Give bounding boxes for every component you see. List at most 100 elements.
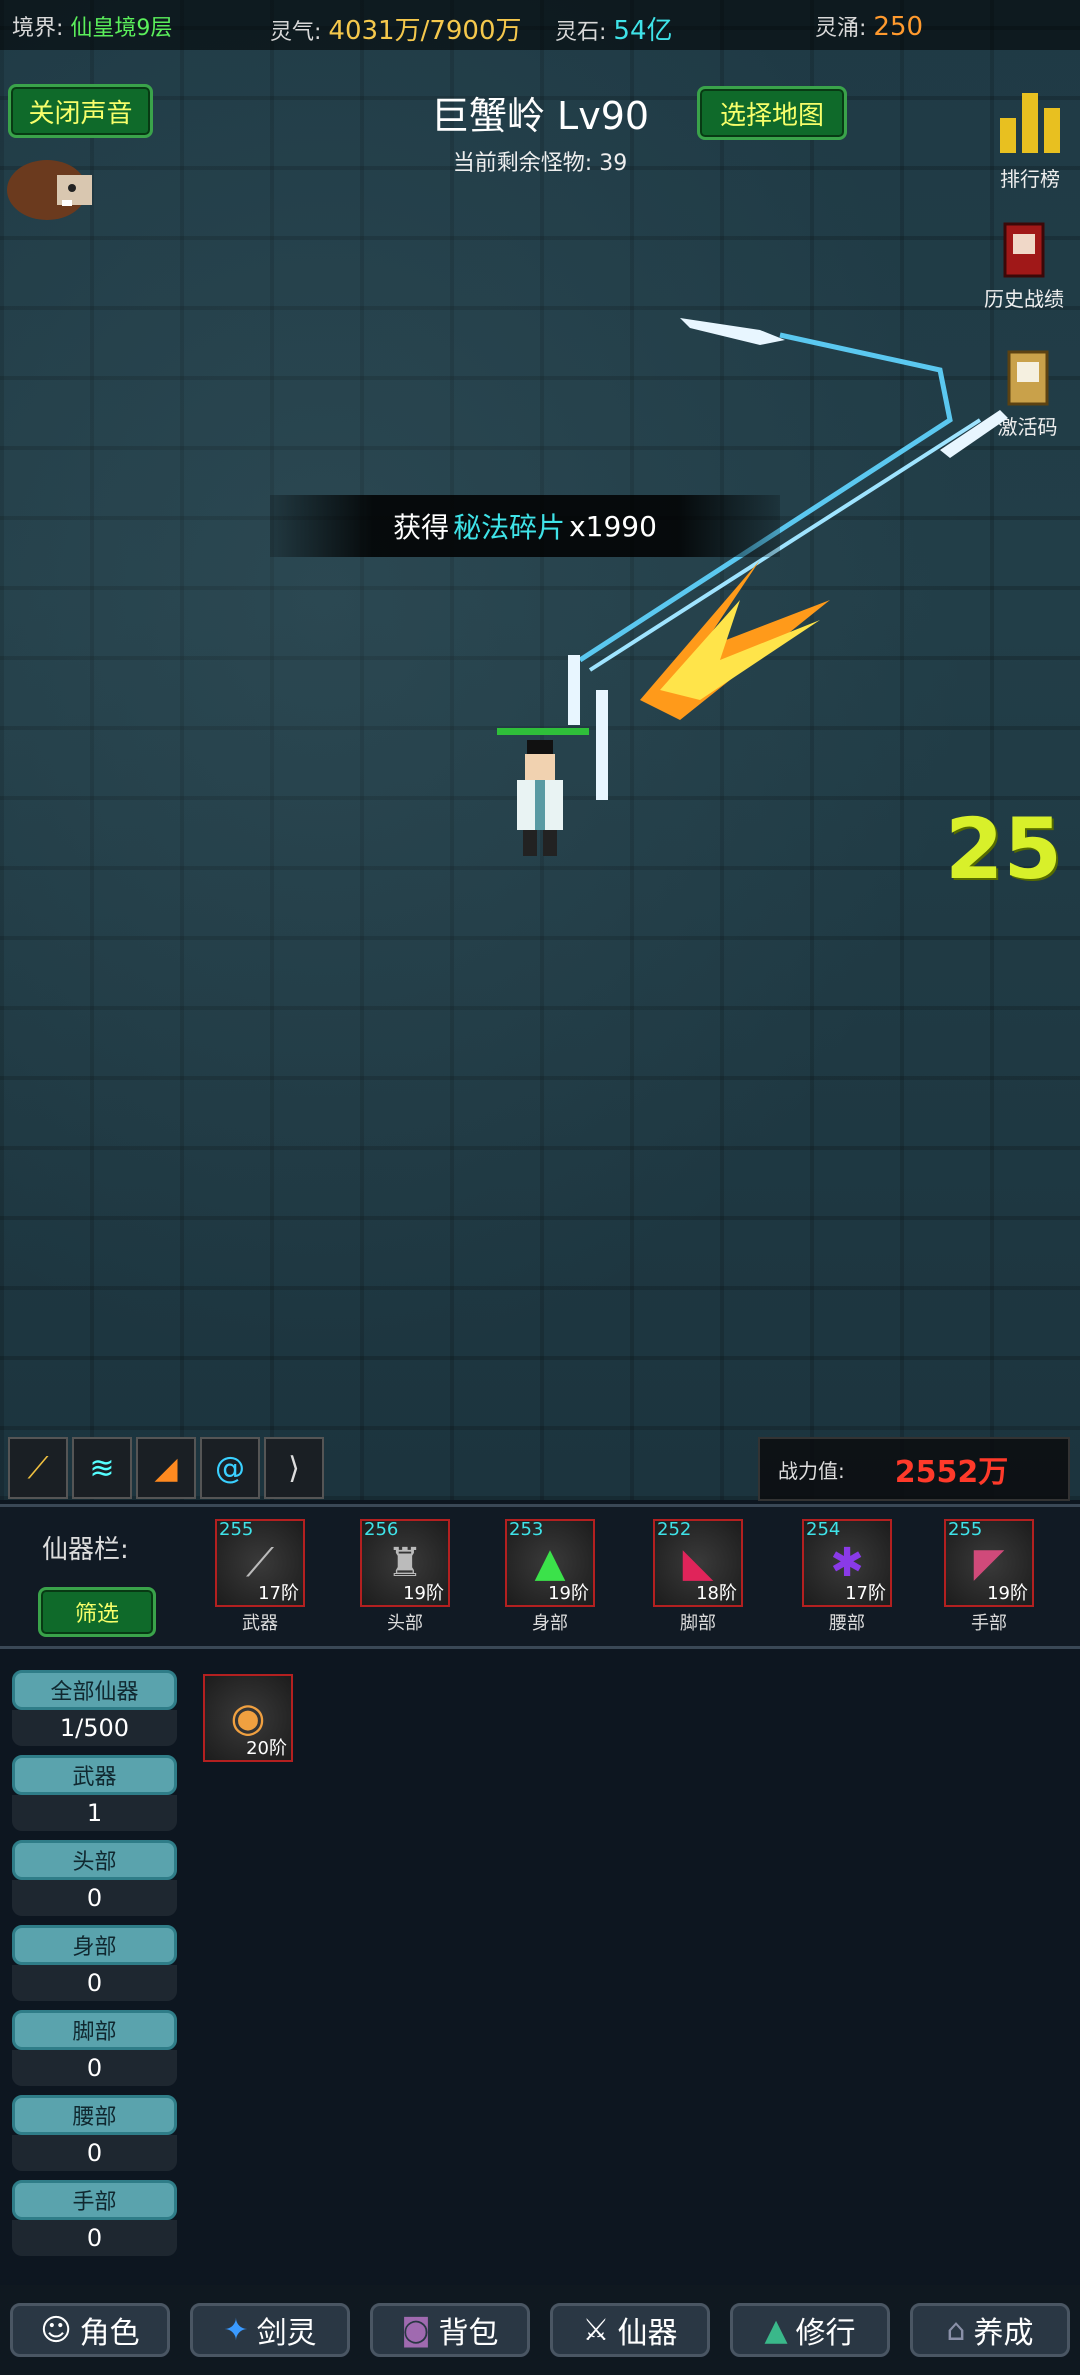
mountain-icon: ▲ (764, 2312, 788, 2348)
nav-artifact[interactable]: ⚔ 仙器 (550, 2303, 710, 2357)
pagoda-icon: ⌂ (946, 2312, 966, 2348)
waist-box: 254 ✱ 17阶 (802, 1519, 892, 1607)
body-box: 253 ▲ 19阶 (505, 1519, 595, 1607)
reward-banner: 获得 秘法碎片 x1990 (270, 495, 780, 557)
category-count: 0 (12, 1965, 177, 2001)
category-waist[interactable]: 腰部 0 (12, 2095, 177, 2171)
slot-level: 254 (806, 1519, 841, 1540)
nav-label: 仙器 (617, 2316, 678, 2351)
category-count: 0 (12, 2135, 177, 2171)
category-label: 脚部 (12, 2010, 177, 2050)
slot-name: 手部 (971, 1613, 1007, 1634)
artifact-sword-icon: ⚔ (582, 2312, 610, 2348)
nav-label: 背包 (438, 2316, 499, 2351)
damage-number: 25 (945, 800, 1062, 898)
sword-spirit-icon: ✦ (223, 2312, 249, 2348)
head-box: 256 ♜ 19阶 (360, 1519, 450, 1607)
slot-level: 255 (948, 1519, 983, 1540)
slot-stars: 19阶 (548, 1583, 589, 1604)
character-icon: ☺ (40, 2312, 72, 2348)
skill-slot-2[interactable]: ≋ (72, 1437, 132, 1499)
category-label: 头部 (12, 1840, 177, 1880)
equip-slot-feet[interactable]: 252 ◣ 18阶 脚部 (653, 1519, 743, 1635)
nav-label: 角色 (79, 2316, 140, 2351)
backpack-icon: ◙ (401, 2312, 431, 2348)
slot-stars: 19阶 (403, 1583, 444, 1604)
game-scene: 境界: 仙皇境9层 灵气: 4031万/7900万 灵石: 54亿 灵涌: 25… (0, 0, 1080, 1501)
equip-slot-waist[interactable]: 254 ✱ 17阶 腰部 (802, 1519, 892, 1635)
power-label: 战力值: (778, 1458, 845, 1483)
equip-slot-weapon[interactable]: 255 ⟋ 17阶 武器 (215, 1519, 305, 1635)
category-label: 武器 (12, 1755, 177, 1795)
nav-sword-spirit[interactable]: ✦ 剑灵 (190, 2303, 350, 2357)
skill-bar: ⟋ ≋ ◢ @ ⟩ (8, 1437, 324, 1499)
category-hand[interactable]: 手部 0 (12, 2180, 177, 2256)
player-character[interactable] (505, 740, 575, 860)
player-health-bar (497, 728, 589, 735)
category-count: 1/500 (12, 1710, 177, 1746)
cyan-spirit-icon: ≋ (89, 1450, 115, 1486)
category-head[interactable]: 头部 0 (12, 1840, 177, 1916)
weapon-box: 255 ⟋ 17阶 (215, 1519, 305, 1607)
item-stars: 20阶 (246, 1738, 287, 1759)
nav-develop[interactable]: ⌂ 养成 (910, 2303, 1070, 2357)
slot-name: 脚部 (680, 1613, 716, 1634)
skill-slot-4[interactable]: @ (200, 1437, 260, 1499)
fire-slash-icon: ◢ (154, 1450, 178, 1486)
skill-slot-1[interactable]: ⟋ (8, 1437, 68, 1499)
category-all[interactable]: 全部仙器 1/500 (12, 1670, 177, 1746)
hand-box: 255 ◤ 19阶 (944, 1519, 1034, 1607)
vortex-icon: @ (215, 1450, 245, 1486)
category-weapon[interactable]: 武器 1 (12, 1755, 177, 1831)
equip-slot-body[interactable]: 253 ▲ 19阶 身部 (505, 1519, 595, 1635)
flying-sword-icon (680, 318, 785, 345)
bow-icon: ⟩ (288, 1450, 300, 1486)
equip-slot-head[interactable]: 256 ♜ 19阶 头部 (360, 1519, 450, 1635)
category-count: 1 (12, 1795, 177, 1831)
nav-label: 修行 (795, 2316, 856, 2351)
category-body[interactable]: 身部 0 (12, 1925, 177, 2001)
equip-slot-hand[interactable]: 255 ◤ 19阶 手部 (944, 1519, 1034, 1635)
category-label: 全部仙器 (12, 1670, 177, 1710)
category-feet[interactable]: 脚部 0 (12, 2010, 177, 2086)
slot-level: 255 (219, 1519, 254, 1540)
category-count: 0 (12, 1880, 177, 1916)
slot-name: 腰部 (829, 1613, 865, 1634)
reward-item: 秘法碎片 (453, 511, 566, 544)
slot-name: 身部 (532, 1613, 568, 1634)
nav-character[interactable]: ☺ 角色 (10, 2303, 170, 2357)
slash-effect-icon (640, 560, 830, 720)
slot-level: 253 (509, 1519, 544, 1540)
nav-label: 剑灵 (256, 2316, 317, 2351)
combat-power-panel: 战力值: 2552万 (758, 1437, 1070, 1501)
inventory-item[interactable]: ◉ 20阶 (203, 1674, 293, 1762)
category-label: 腰部 (12, 2095, 177, 2135)
nav-backpack[interactable]: ◙ 背包 (370, 2303, 530, 2357)
slot-stars: 17阶 (845, 1583, 886, 1604)
nav-label: 养成 (973, 2316, 1034, 2351)
slot-name: 头部 (387, 1613, 423, 1634)
slot-stars: 17阶 (258, 1583, 299, 1604)
golden-blade-icon: ⟋ (27, 1450, 49, 1486)
slot-stars: 18阶 (696, 1583, 737, 1604)
category-label: 身部 (12, 1925, 177, 1965)
inventory-item-box: ◉ 20阶 (203, 1674, 293, 1762)
slot-level: 256 (364, 1519, 399, 1540)
reward-count: x1990 (569, 509, 657, 543)
category-count: 0 (12, 2050, 177, 2086)
nav-cultivation[interactable]: ▲ 修行 (730, 2303, 890, 2357)
bottom-navigation: ☺ 角色 ✦ 剑灵 ◙ 背包 ⚔ 仙器 ▲ 修行 ⌂ 养成 (0, 2285, 1080, 2375)
slot-name: 武器 (242, 1613, 278, 1634)
skill-slot-3[interactable]: ◢ (136, 1437, 196, 1499)
slot-stars: 19阶 (987, 1583, 1028, 1604)
category-count: 0 (12, 2220, 177, 2256)
skill-slot-5[interactable]: ⟩ (264, 1437, 324, 1499)
category-label: 手部 (12, 2180, 177, 2220)
power-value: 2552万 (894, 1455, 1009, 1490)
equipment-bar: 仙器栏: 筛选 255 ⟋ 17阶 武器 256 ♜ 19阶 头部 253 ▲ … (0, 1504, 1080, 1649)
filter-button[interactable]: 筛选 (38, 1587, 156, 1637)
equip-bar-label: 仙器栏: (42, 1535, 129, 1565)
slot-level: 252 (657, 1519, 692, 1540)
feet-box: 252 ◣ 18阶 (653, 1519, 743, 1607)
reward-prefix: 获得 (393, 511, 450, 544)
